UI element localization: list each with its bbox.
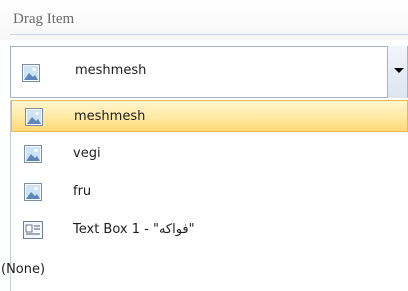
- drag-item-label: Drag Item: [13, 11, 75, 27]
- list-item-label: fru: [73, 184, 92, 199]
- picture-icon: [24, 183, 42, 201]
- header-divider: [10, 34, 408, 35]
- chevron-down-icon: [394, 68, 404, 73]
- picture-icon: [25, 108, 43, 126]
- dropdown-button[interactable]: [387, 46, 407, 98]
- textbox-icon: [23, 221, 43, 239]
- drag-item-combobox[interactable]: meshmesh: [10, 46, 408, 98]
- list-item-label: vegi: [73, 146, 101, 161]
- list-item-fru[interactable]: fru: [11, 176, 408, 208]
- picture-icon: [22, 64, 40, 82]
- picture-icon: [24, 145, 42, 163]
- combobox-selected-value: meshmesh: [75, 63, 147, 78]
- list-item-label: (None): [1, 262, 46, 277]
- list-item-none[interactable]: (None): [1, 254, 408, 286]
- list-item-label: Text Box 1 - "فواكه": [73, 222, 195, 237]
- list-item-meshmesh[interactable]: meshmesh: [11, 100, 408, 132]
- dropdown-list: meshmesh vegi fru Text Box 1 - "فواكه" (…: [1, 100, 408, 291]
- list-item-text-box-1[interactable]: Text Box 1 - "فواكه": [11, 214, 408, 246]
- list-item-label: meshmesh: [74, 109, 146, 124]
- list-item-vegi[interactable]: vegi: [11, 138, 408, 170]
- drag-item-header: Drag Item: [0, 0, 408, 40]
